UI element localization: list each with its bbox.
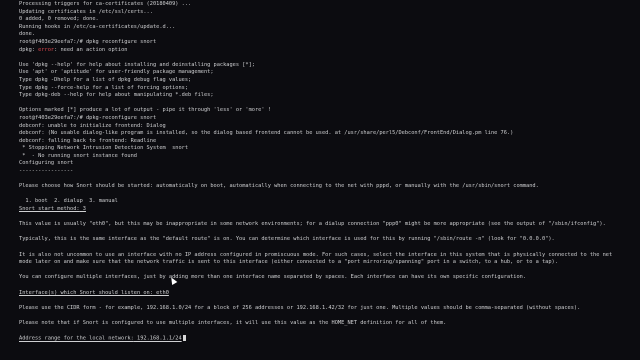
output-line: You can configure multiple interfaces, j… — [19, 274, 527, 281]
command-line: root@f403e29eefa7:/# dpkg-reconfigure sn… — [19, 114, 157, 121]
output-line: done. — [19, 31, 35, 38]
output-line: Please use the CIDR form - for example, … — [19, 304, 581, 311]
output-line: It is also not uncommon to use an interf… — [19, 251, 613, 258]
output-line: debconf: unable to initialize frontend: … — [19, 122, 166, 129]
output-line: Options marked [*] produce a lot of outp… — [19, 107, 271, 114]
output-line: 1. boot 2. dialup 3. manual — [19, 198, 118, 205]
output-line: Please note that if Snort is configured … — [19, 319, 447, 326]
output-line: * Stopping Network Intrusion Detection S… — [19, 145, 189, 152]
output-line: Configuring snort — [19, 160, 74, 167]
output-line: Processing triggers for ca-certificates … — [19, 1, 192, 7]
start-method-value[interactable]: 3 — [80, 206, 86, 212]
output-line: Type dpkg-deb --help for help about mani… — [19, 92, 214, 99]
output-line: debconf: falling back to frontend: Readl… — [19, 137, 157, 144]
output-line: Please choose how Snort should be starte… — [19, 183, 539, 190]
output-line: Type dpkg -Dhelp for a list of dpkg debu… — [19, 76, 192, 83]
interfaces-value[interactable]: eth0 — [153, 290, 169, 296]
output-line: mode later on and make sure that the net… — [19, 259, 558, 266]
output-line: Use 'apt' or 'aptitude' for user-friendl… — [19, 69, 214, 76]
output-line: Updating certificates in /etc/ssl/certs.… — [19, 8, 153, 15]
dpkg-error-message: : need an action option — [54, 46, 128, 53]
output-line: This value is usually "eth0", but this m… — [19, 221, 606, 228]
dpkg-error-prefix: dpkg: — [19, 46, 39, 53]
output-line: Type dpkg --force-help for a list of for… — [19, 84, 189, 91]
address-range-prompt[interactable]: Address range for the local network: 192… — [19, 335, 640, 343]
interfaces-prompt[interactable]: Interface(s) which Snort should listen o… — [19, 290, 640, 298]
dpkg-error-line: dpkg: error: need an action option — [19, 47, 640, 55]
output-line: ----------------- — [19, 168, 74, 175]
command-line: root@f403e29eefa7:/# dpkg reconfigure sn… — [19, 38, 157, 45]
interfaces-label: Interface(s) which Snort should listen o… — [19, 289, 153, 296]
start-method-label: Snort start method: — [19, 206, 80, 213]
output-line: debconf: (No usable dialog-like program … — [19, 130, 514, 137]
address-range-value[interactable]: 192.168.1.1/24 — [134, 336, 182, 342]
output-line: Running hooks in /etc/ca-certificates/up… — [19, 23, 176, 30]
terminal-output: Processing triggers for ca-certificates … — [19, 1, 640, 343]
output-line: 0 added, 0 removed; done. — [19, 16, 99, 23]
output-line: * - No running snort instance found — [19, 152, 137, 159]
address-range-label: Address range for the local network: — [19, 335, 134, 342]
start-method-prompt[interactable]: Snort start method: 3 — [19, 206, 640, 214]
text-cursor — [182, 335, 186, 342]
output-line: Use 'dpkg --help' for help about install… — [19, 61, 255, 68]
dpkg-error-word: error — [38, 46, 55, 53]
terminal-window[interactable]: Processing triggers for ca-certificates … — [0, 0, 640, 360]
output-line: Typically, this is the same interface as… — [19, 236, 555, 243]
